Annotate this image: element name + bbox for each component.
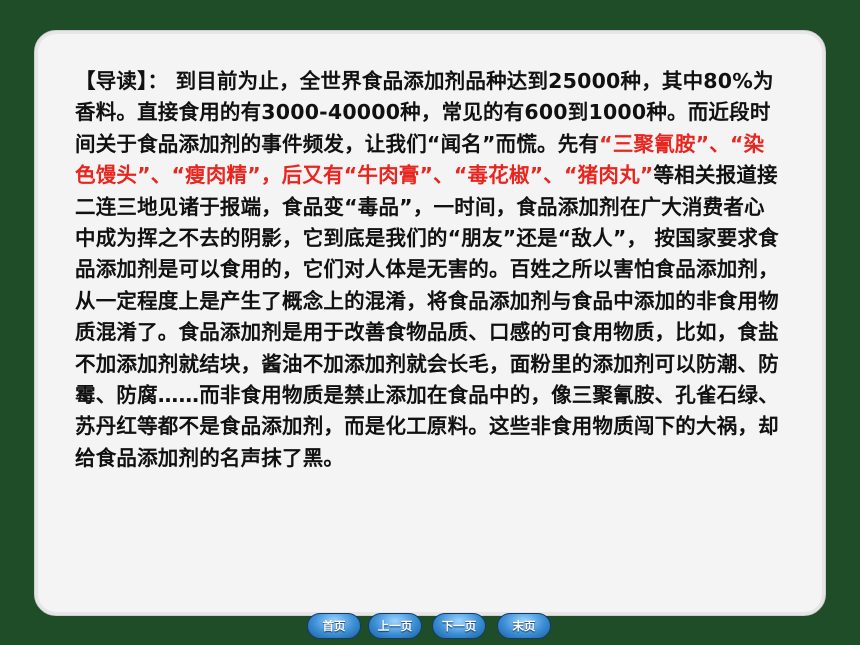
- reading-body: 等相关报道接二连三地见诸于报端，食品变“毒品”，一时间，食品添加剂在广大消费者心…: [75, 163, 779, 470]
- last-page-button[interactable]: 末页: [497, 613, 551, 639]
- previous-page-button[interactable]: 上一页: [368, 613, 422, 639]
- home-button[interactable]: 首页: [307, 613, 361, 639]
- reading-paragraph: 【导读】： 到目前为止，全世界食品添加剂品种达到25000种，其中80%为香料。…: [75, 66, 785, 474]
- next-page-button[interactable]: 下一页: [432, 613, 486, 639]
- slide-navigation: 首页 上一页 下一页 末页: [0, 613, 860, 639]
